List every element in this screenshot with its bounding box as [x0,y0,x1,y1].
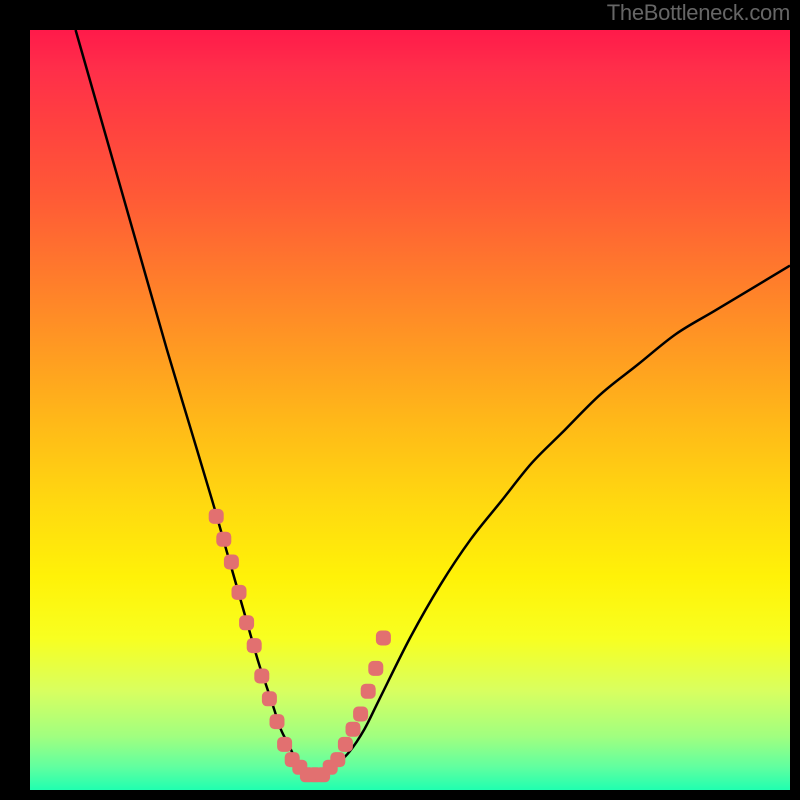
watermark-text: TheBottleneck.com [607,0,790,26]
data-marker [346,722,361,737]
data-marker [361,684,376,699]
data-marker [262,691,277,706]
data-marker [338,737,353,752]
data-marker [216,532,231,547]
data-marker [209,509,224,524]
data-marker [239,615,254,630]
data-marker [232,585,247,600]
data-marker [376,631,391,646]
data-marker [224,555,239,570]
data-marker [277,737,292,752]
data-marker [247,638,262,653]
data-marker [353,707,368,722]
curve-layer [30,30,790,790]
data-marker [254,669,269,684]
data-marker [368,661,383,676]
bottleneck-curve-line [76,30,790,775]
bottleneck-curve [76,30,790,775]
chart-container: TheBottleneck.com [0,0,800,800]
data-marker [330,752,345,767]
data-markers [209,509,391,782]
data-marker [270,714,285,729]
plot-area [30,30,790,790]
